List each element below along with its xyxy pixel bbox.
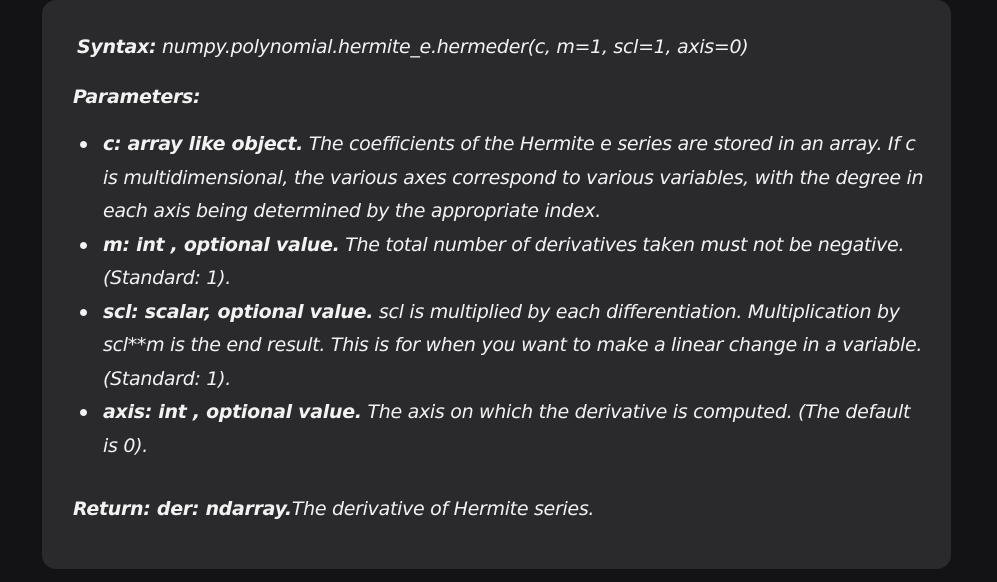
parameter-term: scl: scalar, optional value. — [103, 300, 374, 323]
return-line: Return: der: ndarray.The derivative of H… — [73, 498, 594, 520]
parameter-list: c: array like object. The coefficients o… — [42, 128, 951, 463]
parameter-item-c: c: array like object. The coefficients o… — [42, 128, 951, 229]
parameters-heading: Parameters: — [73, 86, 201, 108]
bullet-icon — [80, 409, 87, 416]
parameter-term: m: int , optional value. — [103, 233, 340, 256]
parameter-term: c: array like object. — [103, 133, 304, 155]
bullet-icon — [80, 141, 87, 148]
syntax-line: Syntax: numpy.polynomial.hermite_e.herme… — [77, 36, 749, 58]
return-text: The derivative of Hermite series. — [291, 498, 595, 520]
parameter-item-scl: scl: scalar, optional value. scl is mult… — [42, 296, 951, 397]
parameter-item-axis: axis: int , optional value. The axis on … — [42, 396, 951, 463]
parameter-term: axis: int , optional value. — [103, 401, 362, 423]
content-card: Syntax: numpy.polynomial.hermite_e.herme… — [42, 0, 951, 569]
bullet-icon — [80, 308, 87, 316]
syntax-label: Syntax: — [77, 36, 157, 58]
return-label: Return: der: ndarray. — [73, 498, 292, 520]
parameter-item-m: m: int , optional value. The total numbe… — [42, 229, 951, 296]
syntax-code: numpy.polynomial.hermite_e.hermeder(c, m… — [156, 36, 749, 58]
bullet-icon — [80, 241, 87, 249]
